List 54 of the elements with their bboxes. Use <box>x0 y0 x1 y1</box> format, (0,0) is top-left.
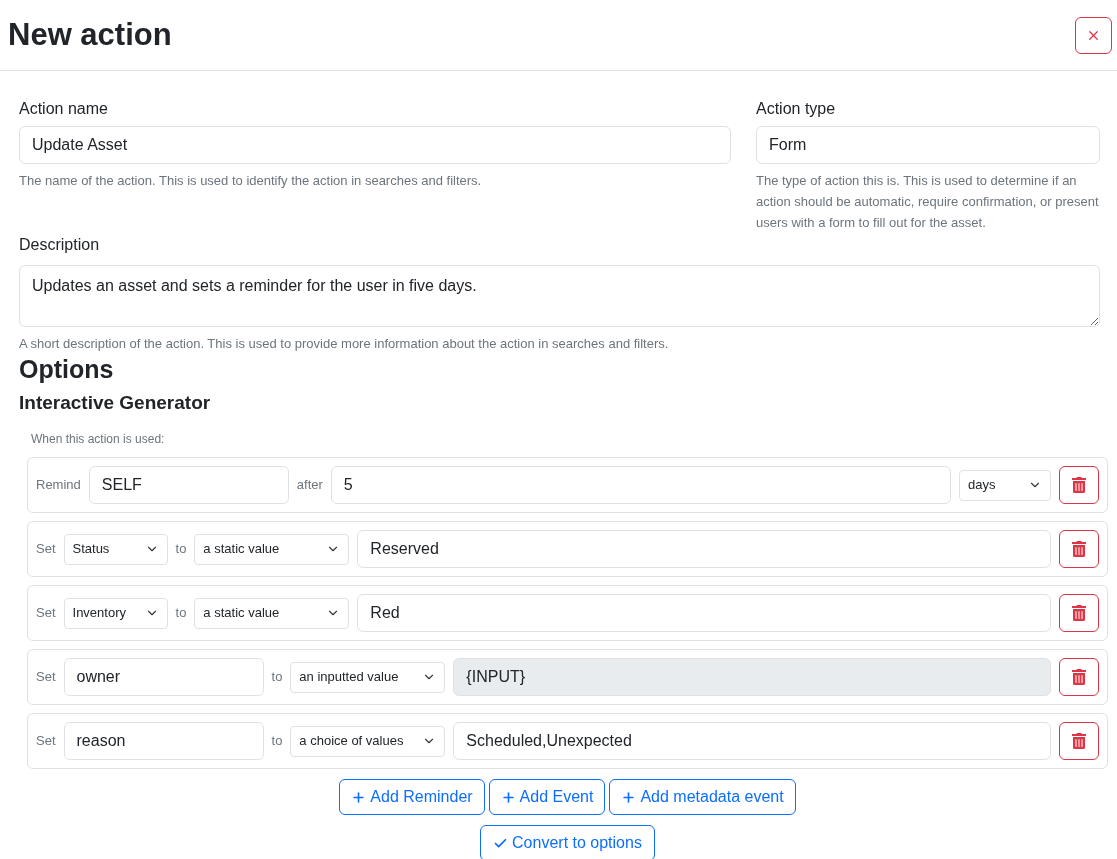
plus-icon <box>351 789 367 805</box>
text-input[interactable]: Red <box>357 594 1051 632</box>
row-label: Set <box>36 668 56 686</box>
section-heading: Options <box>19 354 115 384</box>
delete-button[interactable] <box>1059 722 1099 760</box>
plus-icon <box>500 789 516 805</box>
dropdown-select[interactable]: Status <box>63 533 168 565</box>
trash-icon <box>1072 477 1086 493</box>
text-input[interactable]: reason <box>63 722 264 760</box>
field-label: Description <box>19 235 101 255</box>
row-label: Set <box>36 604 56 622</box>
dropdown-select[interactable]: Inventory <box>63 597 168 629</box>
field-label: Action type <box>756 99 837 119</box>
dropdown-select[interactable]: a static value <box>194 533 350 565</box>
trash-icon <box>1072 669 1086 685</box>
delete-button[interactable] <box>1059 594 1099 632</box>
delete-button[interactable] <box>1059 658 1099 696</box>
row-label: to <box>271 668 283 686</box>
text-input[interactable]: SELF <box>88 466 289 504</box>
text-input[interactable]: Scheduled,Unexpected <box>453 722 1051 760</box>
text-input[interactable]: Reserved <box>357 530 1051 568</box>
text-input[interactable]: Form <box>756 126 1100 164</box>
help-text: A short description of the action. This is used to provide more information about the action in searches and filters. <box>19 335 670 353</box>
delete-button[interactable] <box>1059 466 1099 504</box>
text-input[interactable]: 5 <box>330 466 951 504</box>
trash-icon <box>1072 605 1086 621</box>
close-button[interactable] <box>1075 16 1112 54</box>
help-text: The name of the action. This is used to identify the action in searches and filters. <box>19 172 483 190</box>
add-button[interactable]: Add Event <box>488 779 606 815</box>
row-label: Set <box>36 540 56 558</box>
text-input[interactable]: owner <box>63 658 264 696</box>
dropdown-select[interactable]: a choice of values <box>290 725 446 757</box>
dialog-title: New action <box>8 17 172 53</box>
row-label: to <box>271 732 283 750</box>
description-textarea[interactable]: Updates an asset and sets a reminder for the user in five days. <box>19 265 1100 327</box>
row-label: to <box>175 540 187 558</box>
row-label: after <box>296 476 323 494</box>
row-label: Remind <box>36 476 81 494</box>
text-input[interactable]: Update Asset <box>19 126 731 164</box>
help-text: The type of action this is. This is used to determine if an action should be automatic, require confirmation, or present users with a form to fill out for the asset. <box>756 172 1100 232</box>
trash-icon <box>1072 733 1086 749</box>
row-label: to <box>175 604 187 622</box>
delete-button[interactable] <box>1059 530 1099 568</box>
section-subheading: Interactive Generator <box>19 391 212 415</box>
trash-icon <box>1072 541 1086 557</box>
dropdown-select[interactable]: an inputted value <box>290 661 446 693</box>
add-button[interactable]: Add metadata event <box>609 779 796 815</box>
dropdown-select[interactable]: a static value <box>194 597 350 629</box>
intro-text: When this action is used: <box>31 431 166 447</box>
row-label: Set <box>36 732 56 750</box>
plus-icon <box>621 789 637 805</box>
add-button[interactable]: Add Reminder <box>339 779 485 815</box>
dropdown-select[interactable]: days <box>959 469 1051 501</box>
field-label: Action name <box>19 99 109 119</box>
